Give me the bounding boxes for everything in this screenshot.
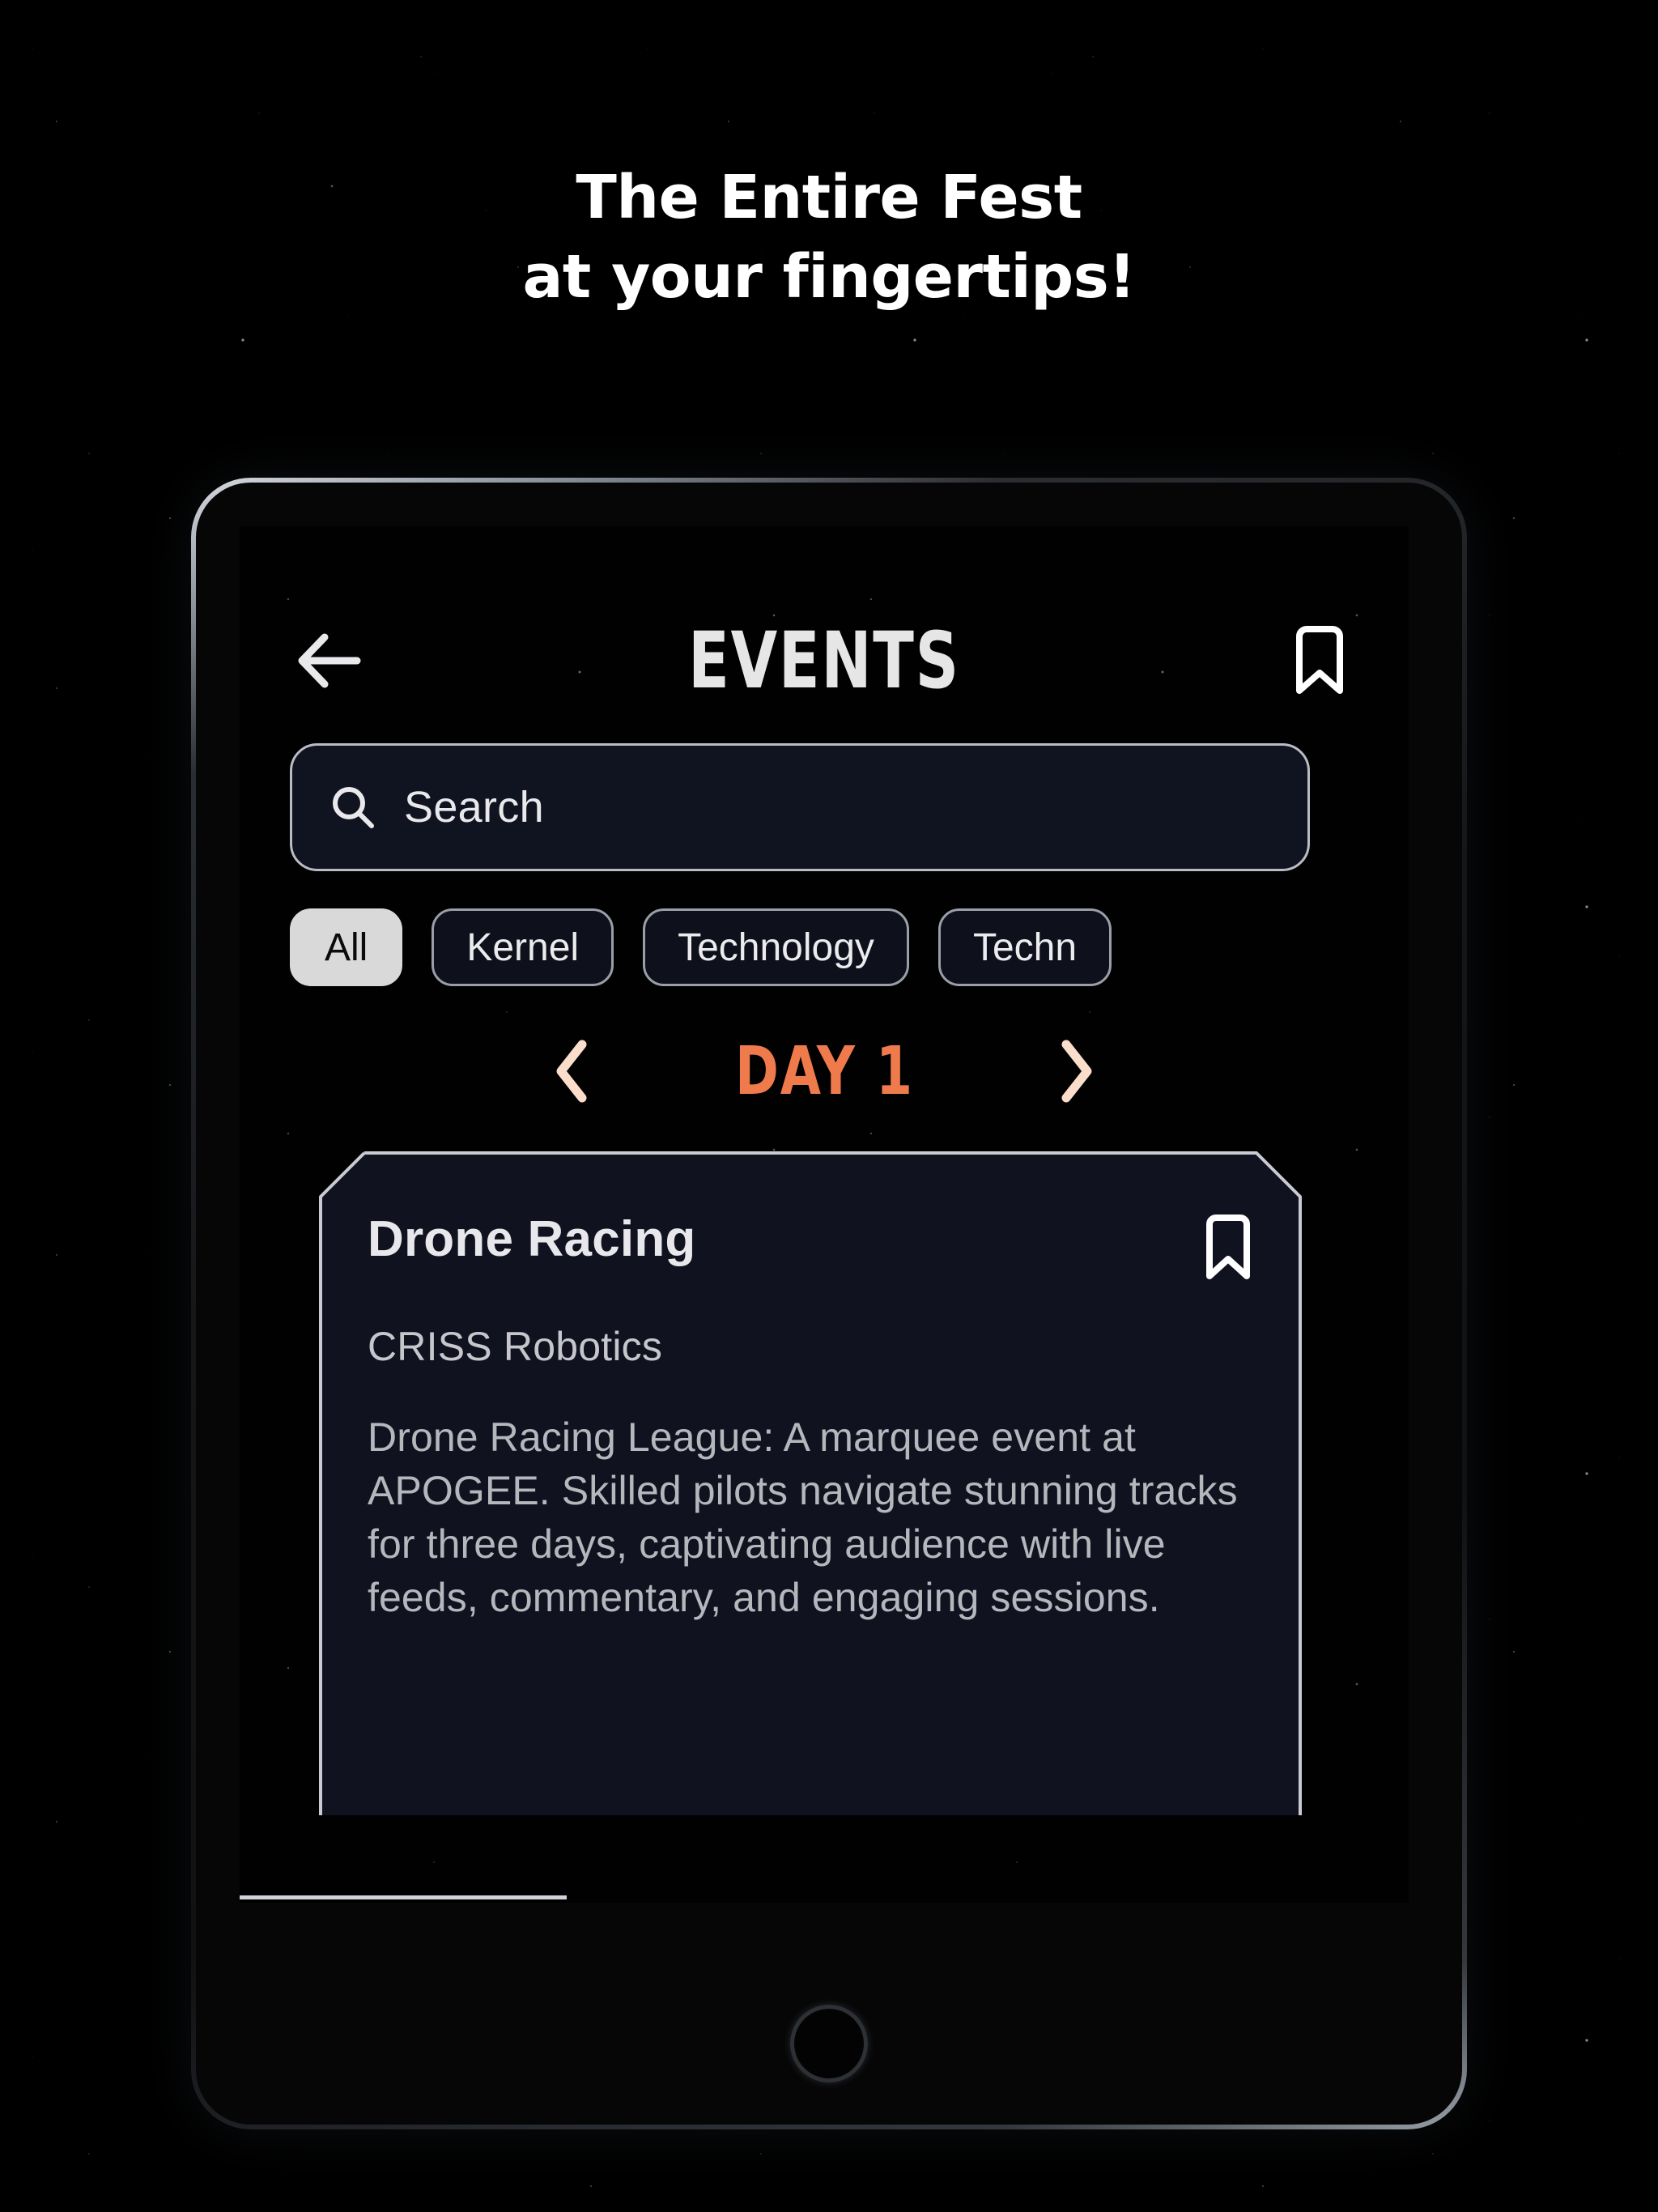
page-title: EVENTS (688, 615, 960, 706)
event-card[interactable]: Drone Racing CRISS Robotics Drone Racing (319, 1151, 1302, 1815)
next-day-button[interactable] (1047, 1036, 1105, 1106)
event-title: Drone Racing (368, 1211, 696, 1267)
event-card-header: Drone Racing (368, 1214, 1253, 1281)
filter-chip-technology-overflow[interactable]: Techn (937, 908, 1112, 986)
search-placeholder: Search (404, 783, 544, 832)
header-bookmark-button[interactable] (1281, 622, 1358, 700)
filter-chip-all[interactable]: All (290, 908, 403, 986)
filter-chip-technology[interactable]: Technology (643, 908, 909, 986)
app-header: EVENTS (240, 612, 1409, 709)
bookmark-icon (1293, 626, 1346, 696)
back-button[interactable] (290, 622, 368, 700)
chevron-left-icon (551, 1038, 593, 1104)
tablet-bezel: EVENTS Search All Kernel Technology Tech… (196, 483, 1462, 2125)
promo-page: The Entire Fest at your fingertips! EVEN… (0, 0, 1658, 2212)
event-organizer: CRISS Robotics (368, 1324, 663, 1369)
arrow-left-icon (294, 631, 363, 691)
bookmark-icon (1203, 1214, 1253, 1281)
search-input[interactable]: Search (290, 743, 1310, 871)
scroll-indicator[interactable] (240, 1895, 567, 1899)
search-icon (329, 784, 376, 831)
home-button[interactable] (790, 2005, 868, 2082)
event-bookmark-button[interactable] (1203, 1214, 1253, 1281)
chevron-right-icon (1055, 1038, 1097, 1104)
filter-chip-row[interactable]: All Kernel Technology Techn (290, 904, 1409, 991)
event-description: Drone Racing League: A marquee event at … (368, 1414, 1238, 1620)
day-label: DAY 1 (734, 1032, 914, 1110)
filter-chip-kernel[interactable]: Kernel (432, 908, 614, 986)
day-navigation: DAY 1 (240, 1027, 1409, 1116)
tablet-screen: EVENTS Search All Kernel Technology Tech… (240, 526, 1409, 1903)
promo-headline-line2: at your fingertips! (522, 241, 1137, 312)
previous-day-button[interactable] (543, 1036, 602, 1106)
app-screen-content: EVENTS Search All Kernel Technology Tech… (240, 526, 1409, 1903)
promo-headline-line1: The Entire Fest (576, 163, 1082, 232)
tablet-device-frame: EVENTS Search All Kernel Technology Tech… (191, 478, 1467, 2129)
promo-headline: The Entire Fest at your fingertips! (0, 159, 1658, 317)
